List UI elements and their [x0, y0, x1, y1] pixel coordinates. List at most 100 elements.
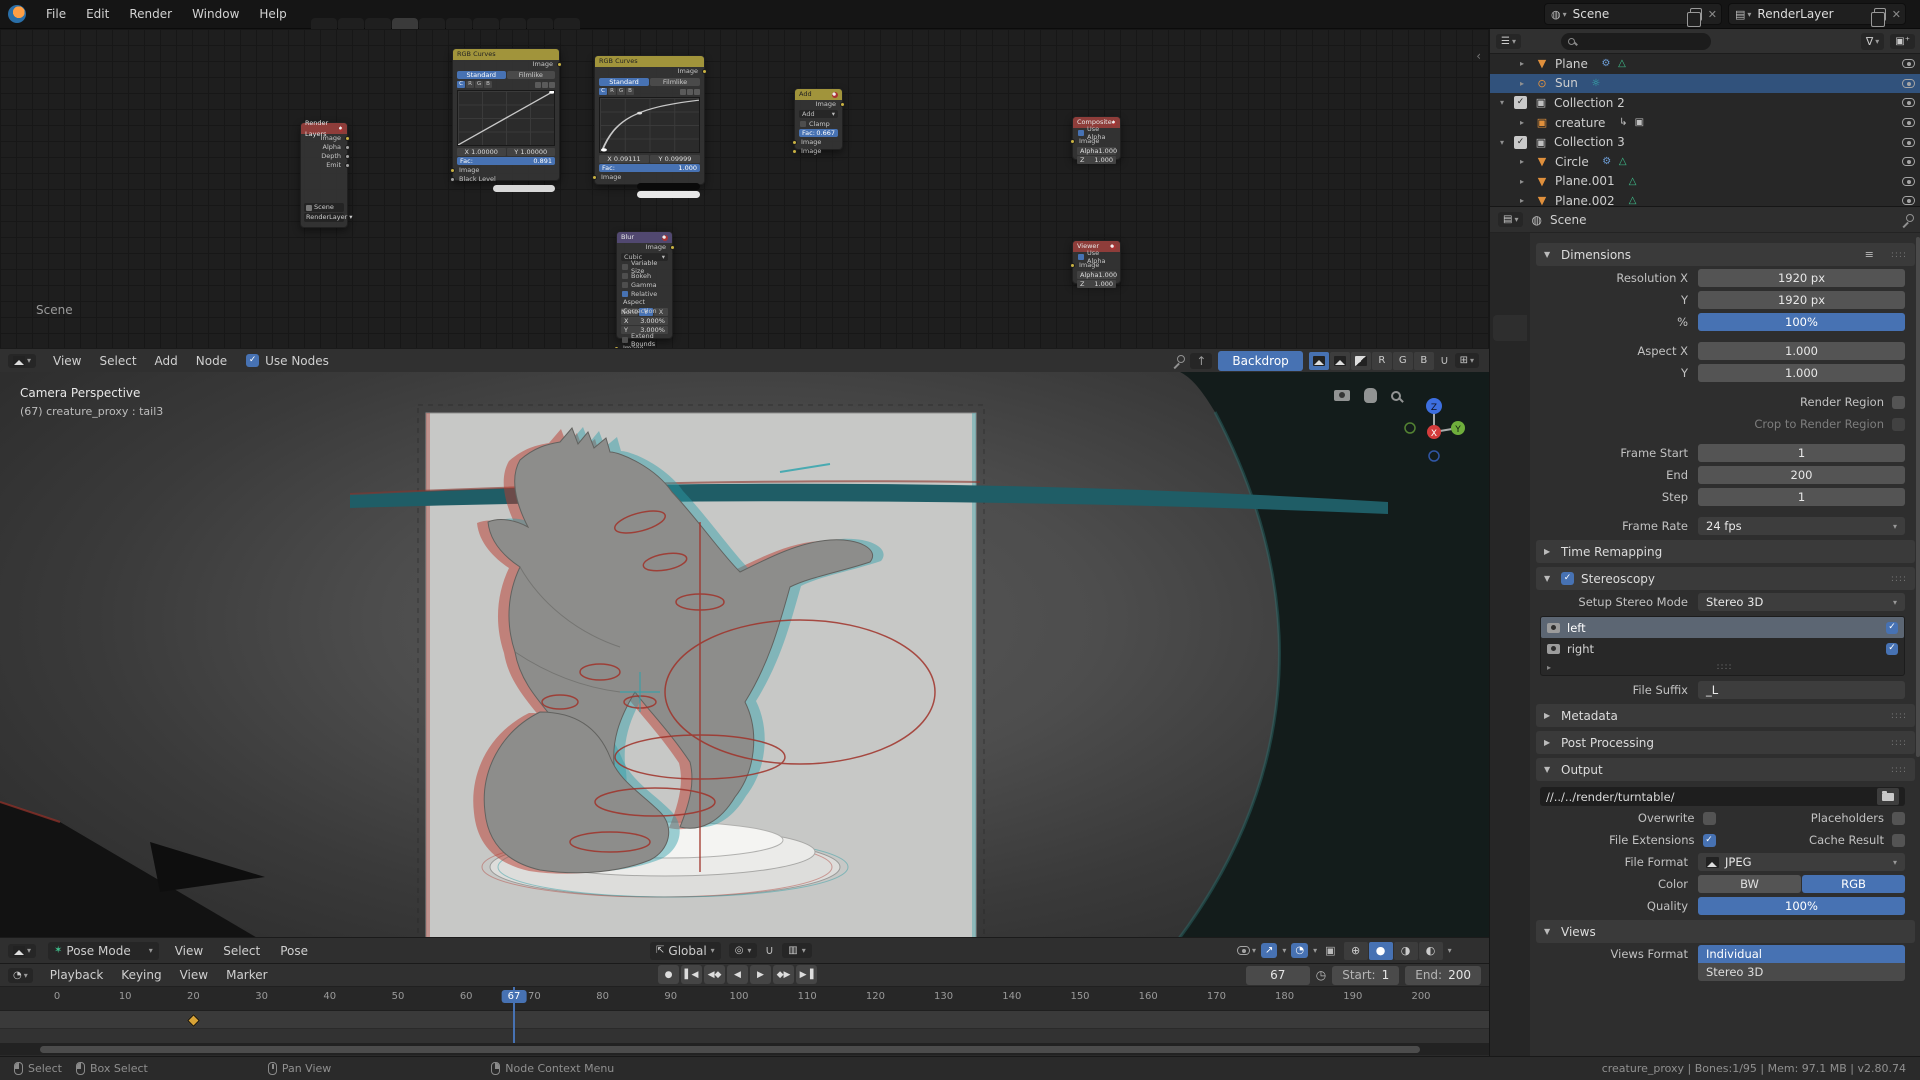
socket[interactable] — [702, 69, 707, 74]
node-output[interactable]: Image — [617, 243, 672, 252]
render-region-checkbox[interactable]: ✓ — [1892, 396, 1905, 409]
tab-render[interactable] — [1493, 284, 1527, 310]
node-rgb-curves-1[interactable]: RGB Curves Image StandardFilmlike CRGB X… — [452, 48, 560, 181]
panel-time-remapping[interactable]: ▶Time Remapping — [1536, 540, 1915, 563]
channel-color-alpha[interactable] — [1309, 352, 1329, 370]
stopwatch-icon[interactable]: ◷ — [1316, 968, 1326, 982]
eye-icon[interactable] — [1902, 79, 1915, 88]
transport-button[interactable]: ▶ — [750, 965, 771, 984]
node-composite[interactable]: Composite Use Alpha Image Alpha1.000 Z1.… — [1072, 116, 1121, 160]
unlink-scene-icon[interactable]: ✕ — [1708, 8, 1717, 21]
navigation-gizmo[interactable]: Z Y X — [1397, 392, 1471, 466]
workspace-tab[interactable] — [419, 18, 445, 29]
workspace-tab[interactable] — [527, 18, 553, 29]
region-collapse-icon[interactable]: ‹ — [1476, 49, 1481, 63]
compositor-node-editor[interactable]: Render Layers Image Alpha Depth Emit Sce… — [0, 29, 1489, 372]
expand-arrow-icon[interactable]: ▸ — [1520, 59, 1534, 68]
node-input[interactable]: Image — [453, 166, 559, 175]
editor-type-dropdown[interactable]: ▤▾ — [1498, 212, 1523, 227]
overwrite-checkbox[interactable]: ✓ — [1703, 812, 1716, 825]
blur-x-value[interactable]: X3.000% — [621, 317, 668, 325]
node-render-layers[interactable]: Render Layers Image Alpha Depth Emit Sce… — [300, 122, 348, 228]
socket[interactable] — [670, 245, 675, 250]
panel-metadata[interactable]: ▶Metadata:::: — [1536, 704, 1915, 727]
node-input[interactable]: Image — [795, 147, 842, 156]
node-output[interactable]: Emit — [301, 161, 347, 170]
node-input[interactable]: Image — [1073, 261, 1120, 270]
transport-button[interactable]: ● — [658, 965, 679, 984]
node-output[interactable]: Image — [595, 67, 704, 76]
file-format-dropdown[interactable]: JPEG▾ — [1698, 853, 1905, 871]
viewport-menu[interactable]: Pose — [270, 944, 318, 958]
pivot-dropdown[interactable]: ◎▾ — [729, 943, 758, 958]
use-alpha-checkbox[interactable]: Use Alpha — [1073, 252, 1120, 261]
curve-widget[interactable] — [457, 90, 555, 146]
crop-region-checkbox[interactable]: ✓ — [1892, 418, 1905, 431]
browse-folder-button[interactable] — [1877, 788, 1899, 805]
playhead-frame-badge[interactable]: 67 — [502, 990, 527, 1003]
stereo-mode-dropdown[interactable]: Stereo 3D▾ — [1698, 593, 1905, 611]
current-frame-field[interactable]: 67 — [1246, 966, 1310, 985]
tab-view-layer[interactable] — [1493, 346, 1527, 372]
transport-button[interactable]: ▶▐ — [796, 965, 817, 984]
panel-output[interactable]: ▼Output:::: — [1536, 758, 1915, 781]
timeline-menu[interactable]: View — [171, 968, 217, 982]
overlays-toggle[interactable]: ◔ — [1291, 943, 1308, 958]
editor-type-dropdown[interactable]: ▾ — [8, 944, 36, 958]
black-level-swatch[interactable] — [637, 183, 700, 190]
eye-icon[interactable] — [1902, 196, 1915, 205]
frame-start-field[interactable]: Start:1 — [1332, 966, 1399, 985]
file-extensions-checkbox[interactable]: ✓ — [1703, 834, 1716, 847]
workspace-tab[interactable] — [338, 18, 364, 29]
extend-bounds-checkbox[interactable]: Extend Bounds — [617, 335, 672, 344]
relative-checkbox[interactable]: Relative — [617, 289, 672, 298]
expand-arrow-icon[interactable]: ▾ — [1500, 98, 1514, 107]
viewport-3d[interactable]: Camera Perspective (67) creature_proxy :… — [0, 372, 1489, 963]
resolution-y-field[interactable]: 1920 px — [1698, 291, 1905, 309]
frame-start-field[interactable]: 1 — [1698, 444, 1905, 462]
channel-alpha[interactable] — [1351, 352, 1371, 370]
shading-dropdown[interactable]: ▾ — [1448, 946, 1452, 955]
socket[interactable] — [1070, 263, 1075, 268]
tab-bone[interactable] — [1493, 593, 1527, 619]
timeline-menu[interactable]: Keying — [112, 968, 170, 982]
tab-tool[interactable] — [1493, 243, 1527, 269]
workspace-tab[interactable] — [473, 18, 499, 29]
panel-dimensions[interactable]: ▼Dimensions ≡:::: — [1536, 243, 1915, 266]
new-scene-icon[interactable] — [1690, 8, 1702, 21]
timeline-scrollbar[interactable] — [0, 1043, 1489, 1055]
placeholders-checkbox[interactable]: ✓ — [1892, 812, 1905, 825]
socket[interactable] — [792, 149, 797, 154]
topbar-menu[interactable]: Window — [182, 7, 249, 21]
output-path-field[interactable]: //../../render/turntable/ — [1540, 787, 1905, 806]
curve-channel-buttons[interactable]: CRGB — [457, 81, 555, 88]
tab-output[interactable] — [1493, 315, 1527, 341]
outliner-row-collection-2[interactable]: ▾ ✓ ▣ Collection 2 — [1490, 93, 1920, 113]
aspect-y-field[interactable]: 1.000 — [1698, 364, 1905, 382]
curve-channel-buttons[interactable]: CRGB — [599, 88, 700, 95]
color-rgb-button[interactable]: RGB — [1802, 875, 1905, 893]
outliner-row-circle[interactable]: ▸ ✓ ▼ Circle ⚙ △ — [1490, 152, 1920, 172]
tab-bone-constraints[interactable] — [1493, 624, 1527, 650]
eye-icon[interactable] — [1902, 59, 1915, 68]
pin-icon[interactable] — [1172, 355, 1184, 367]
timeline-track[interactable] — [0, 1011, 1489, 1043]
node-output[interactable]: Depth — [301, 152, 347, 161]
blender-logo-icon[interactable] — [8, 5, 26, 23]
orientation-dropdown[interactable]: ⇱Global▾ — [650, 942, 721, 960]
timeline-menu[interactable]: Playback — [41, 968, 113, 982]
panel-grip[interactable]: :::: — [1891, 765, 1907, 775]
node-output[interactable]: Image — [453, 60, 559, 69]
timeline-menu[interactable]: Marker — [217, 968, 276, 982]
curve-widget[interactable] — [599, 97, 700, 153]
z-value[interactable]: Z1.000 — [1077, 280, 1116, 288]
fac-slider[interactable]: Fac:0.891 — [457, 157, 555, 165]
socket[interactable] — [345, 136, 350, 141]
shading-solid[interactable]: ● — [1369, 942, 1393, 960]
blend-mode-select[interactable]: Add▾ — [799, 110, 838, 118]
remove-layer-icon[interactable]: ✕ — [1892, 8, 1901, 21]
mode-dropdown[interactable]: ✶Pose Mode▾ — [48, 942, 159, 960]
resolution-x-field[interactable]: 1920 px — [1698, 269, 1905, 287]
eye-icon[interactable] — [1902, 118, 1915, 127]
presets-icon[interactable]: ≡ — [1865, 248, 1874, 261]
